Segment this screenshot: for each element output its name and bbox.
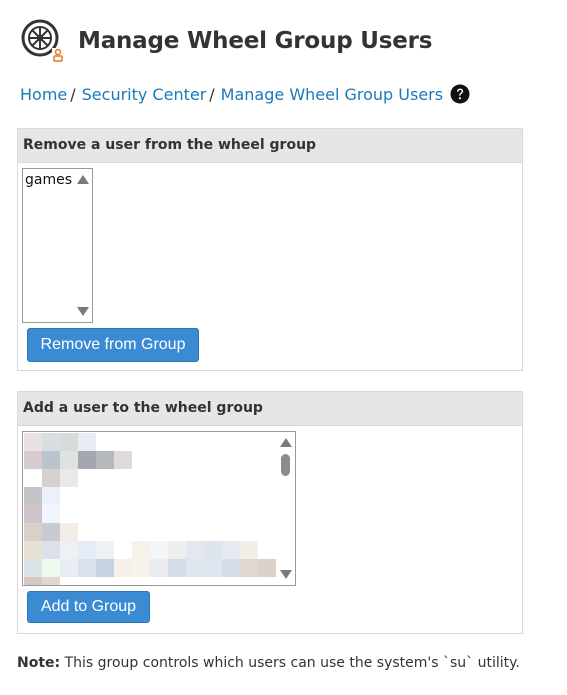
add-panel-heading: Add a user to the wheel group: [18, 392, 522, 426]
breadcrumb-separator: /: [70, 84, 76, 104]
question-circle-icon[interactable]: [450, 84, 470, 104]
breadcrumb-home-link[interactable]: Home: [20, 85, 67, 104]
add-user-panel: Add a user to the wheel group Add to Gro…: [17, 391, 523, 634]
scrollbar[interactable]: [74, 169, 92, 322]
breadcrumb-current-page-link[interactable]: Manage Wheel Group Users: [221, 85, 443, 104]
remove-from-group-button[interactable]: Remove from Group: [27, 328, 199, 362]
scroll-up-arrow-icon[interactable]: [280, 438, 292, 447]
note-text: Note: This group controls which users ca…: [17, 655, 520, 671]
scrollbar[interactable]: [277, 432, 295, 585]
scroll-down-arrow-icon[interactable]: [77, 307, 89, 316]
scroll-down-arrow-icon[interactable]: [280, 570, 292, 579]
scroll-up-arrow-icon[interactable]: [77, 175, 89, 184]
add-to-group-button[interactable]: Add to Group: [27, 591, 150, 623]
wheel-icon: [20, 18, 66, 64]
note-body: This group controls which users can use …: [60, 655, 520, 671]
available-users-listbox[interactable]: [22, 431, 296, 586]
page-title: Manage Wheel Group Users: [78, 28, 433, 54]
remove-user-panel: Remove a user from the wheel group games…: [17, 128, 523, 371]
wheel-members-listbox[interactable]: games: [22, 168, 93, 323]
breadcrumb: Home / Security Center / Manage Wheel Gr…: [20, 84, 470, 104]
breadcrumb-security-center-link[interactable]: Security Center: [82, 85, 207, 104]
remove-panel-heading: Remove a user from the wheel group: [18, 129, 522, 163]
page-header: Manage Wheel Group Users: [20, 19, 432, 63]
note-label: Note:: [17, 655, 61, 671]
breadcrumb-separator: /: [209, 84, 215, 104]
scroll-thumb[interactable]: [281, 454, 290, 476]
